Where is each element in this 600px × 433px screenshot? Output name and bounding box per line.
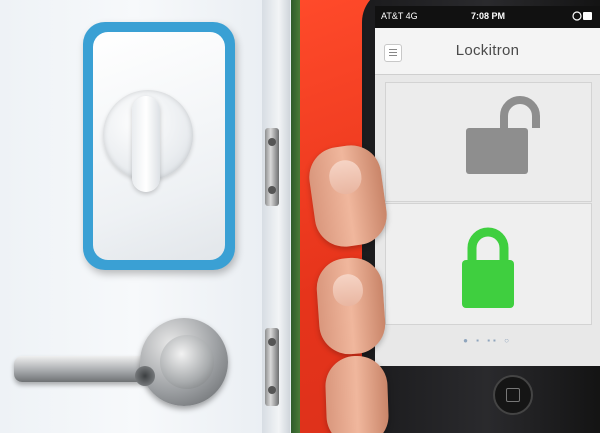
padlock-open-icon: [466, 96, 540, 174]
lock-button[interactable]: [385, 203, 592, 325]
thumb-turn-handle: [132, 96, 160, 192]
keyhole: [135, 366, 155, 386]
door-handle-hub: [160, 335, 214, 389]
finger-middle: [314, 255, 388, 357]
home-button[interactable]: [493, 375, 533, 415]
padlock-closed-icon: [462, 227, 514, 308]
status-bar: AT&T 4G 7:08 PM: [375, 6, 600, 28]
app-title: Lockitron: [455, 42, 520, 59]
clock-label: 7:08 PM: [471, 11, 506, 21]
door-hinge-bottom: [265, 328, 279, 406]
door-hinge-top: [265, 128, 279, 206]
app-header: Lockitron: [375, 28, 600, 75]
battery-icon: [572, 10, 594, 24]
photo-scene: AT&T 4G 7:08 PM Lockitron ● ▪ ▪▪ ○: [0, 0, 600, 433]
page-indicator[interactable]: ● ▪ ▪▪ ○: [375, 336, 600, 345]
phone-screen: AT&T 4G 7:08 PM Lockitron ● ▪ ▪▪ ○: [375, 6, 600, 366]
unlock-button[interactable]: [385, 82, 592, 202]
carrier-label: AT&T 4G: [381, 11, 418, 21]
foliage-strip: [291, 0, 300, 433]
finger-bottom: [324, 354, 390, 433]
